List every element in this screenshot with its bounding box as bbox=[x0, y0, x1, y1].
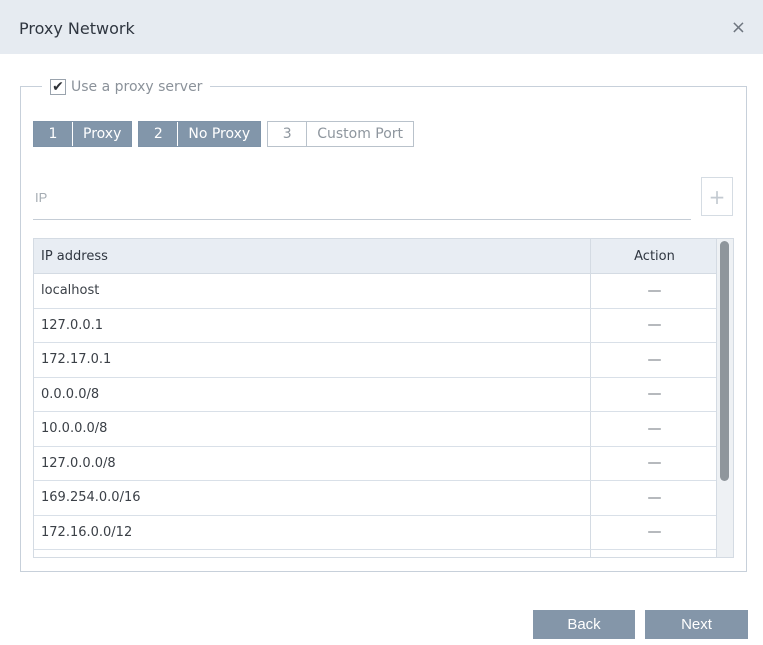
remove-icon[interactable]: — bbox=[648, 283, 662, 299]
table-row: 0.0.0.0/8 — bbox=[34, 377, 733, 412]
action-cell: — bbox=[591, 550, 718, 557]
table-row: 127.0.0.0/8 — bbox=[34, 446, 733, 481]
ip-address-cell: 169.254.0.0/16 bbox=[34, 481, 591, 515]
proxy-toggle-label: Use a proxy server bbox=[71, 79, 203, 95]
step-label: Custom Port bbox=[317, 126, 404, 142]
remove-icon[interactable]: — bbox=[648, 421, 662, 437]
step-number: 1 bbox=[34, 122, 73, 146]
action-cell: — bbox=[591, 412, 718, 446]
table-row: 169.254.0.0/16 — bbox=[34, 481, 733, 516]
table-header: IP address Action bbox=[34, 239, 733, 274]
ip-address-cell: 172.16.0.0/12 bbox=[34, 515, 591, 549]
step-no-proxy[interactable]: 2 No Proxy bbox=[138, 121, 262, 147]
ip-address-cell: 10.0.0.0/8 bbox=[34, 412, 591, 446]
step-number: 2 bbox=[139, 122, 179, 146]
remove-icon[interactable]: — bbox=[648, 524, 662, 540]
action-cell: — bbox=[591, 274, 718, 308]
scrollbar-thumb[interactable] bbox=[720, 241, 729, 481]
table-row: localhost — bbox=[34, 274, 733, 309]
proxy-toggle[interactable]: ✔ Use a proxy server bbox=[42, 77, 211, 97]
step-tabs: 1 Proxy 2 No Proxy 3 Custom Port bbox=[33, 121, 415, 147]
step-label: Proxy bbox=[83, 126, 122, 142]
no-proxy-table: IP address Action localhost —127.0.0.1—17… bbox=[33, 238, 734, 558]
ip-address-cell: 172.17.0.1 bbox=[34, 343, 591, 377]
ip-address-cell: localhost bbox=[34, 274, 591, 308]
table-body: localhost —127.0.0.1—172.17.0.1—0.0.0.0/8… bbox=[34, 274, 733, 557]
remove-icon[interactable]: — bbox=[648, 317, 662, 333]
remove-icon[interactable]: — bbox=[648, 386, 662, 402]
header-ip-address: IP address bbox=[34, 239, 591, 273]
back-button[interactable]: Back bbox=[533, 610, 635, 639]
action-cell: — bbox=[591, 343, 718, 377]
step-custom-port[interactable]: 3 Custom Port bbox=[267, 121, 415, 147]
remove-icon[interactable]: — bbox=[648, 490, 662, 506]
remove-icon[interactable]: — bbox=[648, 455, 662, 471]
action-cell: — bbox=[591, 516, 718, 550]
ip-address-cell: 0.0.0.0/8 bbox=[34, 377, 591, 411]
table-row: 10.0.0.0/8 — bbox=[34, 412, 733, 447]
ip-address-cell: 127.0.0.1 bbox=[34, 308, 591, 342]
ip-address-cell: 192.168.0.0/16 bbox=[34, 550, 591, 557]
add-ip-button[interactable]: + bbox=[701, 177, 733, 216]
remove-icon[interactable]: — bbox=[648, 352, 662, 368]
action-cell: — bbox=[591, 309, 718, 343]
table-scrollbar[interactable] bbox=[716, 239, 733, 557]
ip-input[interactable] bbox=[33, 175, 691, 220]
table-row: 192.168.0.0/16— bbox=[34, 550, 733, 557]
header-action: Action bbox=[634, 248, 675, 264]
step-proxy[interactable]: 1 Proxy bbox=[33, 121, 133, 147]
table-row: 172.16.0.0/12 — bbox=[34, 515, 733, 550]
dialog-title: Proxy Network bbox=[19, 19, 135, 38]
proxy-checkbox[interactable]: ✔ bbox=[50, 79, 66, 95]
action-cell: — bbox=[591, 481, 718, 515]
check-icon: ✔ bbox=[52, 79, 64, 95]
close-icon[interactable]: × bbox=[731, 17, 746, 38]
table-row: 127.0.0.1 — bbox=[34, 308, 733, 343]
action-cell: — bbox=[591, 447, 718, 481]
action-cell: — bbox=[591, 378, 718, 412]
dialog-header: Proxy Network × bbox=[0, 0, 763, 54]
ip-address-cell: 127.0.0.0/8 bbox=[34, 446, 591, 480]
table-row: 172.17.0.1 — bbox=[34, 343, 733, 378]
next-button[interactable]: Next bbox=[645, 610, 748, 639]
step-label: No Proxy bbox=[188, 126, 251, 142]
step-number: 3 bbox=[268, 122, 308, 146]
